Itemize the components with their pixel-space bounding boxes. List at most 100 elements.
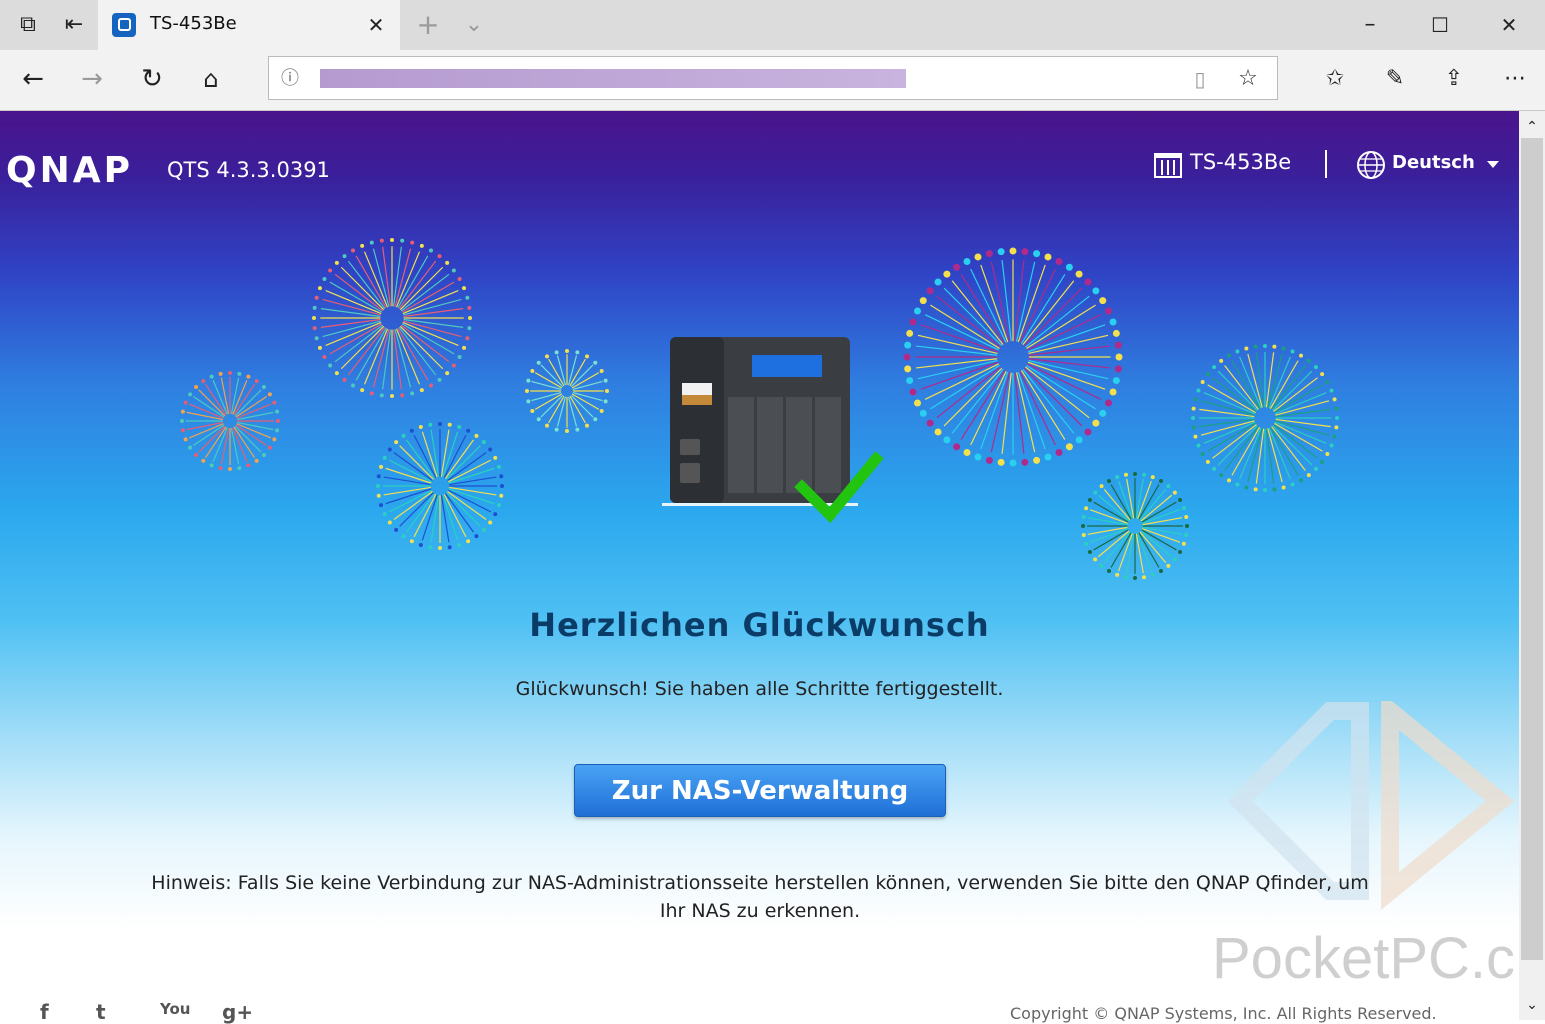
- firework-dot: [312, 316, 316, 320]
- firework-dot: [328, 363, 333, 368]
- globe-icon[interactable]: [1356, 150, 1386, 180]
- firework-dot: [1253, 344, 1258, 349]
- firework-dot: [1299, 353, 1303, 358]
- language-selector[interactable]: Deutsch: [1392, 152, 1475, 173]
- share-icon[interactable]: ⇪: [1436, 64, 1472, 94]
- go-to-nas-management-button[interactable]: Zur NAS-Verwaltung: [574, 764, 946, 817]
- firework-dot: [467, 305, 472, 310]
- firework-dot: [466, 428, 471, 433]
- firework-dot: [465, 336, 470, 341]
- youtube-icon[interactable]: You: [160, 1000, 190, 1018]
- home-icon[interactable]: ⌂: [193, 64, 229, 94]
- firework-dot: [342, 254, 347, 259]
- firework-dot: [1150, 475, 1155, 480]
- new-tab-icon[interactable]: +: [410, 10, 446, 40]
- firework-dot: [267, 445, 272, 450]
- set-aside-tabs-icon[interactable]: ⇤: [56, 10, 92, 40]
- firework-dot: [457, 277, 462, 281]
- web-note-pen-icon[interactable]: ✎: [1377, 64, 1413, 94]
- reading-view-icon[interactable]: ▯: [1182, 64, 1218, 94]
- firework-dot: [1099, 409, 1107, 417]
- maximize-icon[interactable]: ☐: [1422, 10, 1458, 40]
- firework-dot: [312, 305, 317, 310]
- firework-dot: [1263, 344, 1267, 348]
- firework-dot: [1033, 456, 1041, 464]
- firework-dot: [985, 250, 993, 258]
- tab-overview-icon[interactable]: ⧉: [10, 10, 46, 40]
- firework-dot: [585, 354, 589, 359]
- firework-dot: [394, 440, 399, 445]
- firework-dot: [554, 350, 559, 355]
- firework-dot: [1142, 575, 1147, 580]
- back-icon[interactable]: ←: [15, 64, 51, 94]
- language-dropdown-caret-icon[interactable]: [1487, 161, 1499, 168]
- firework-dot: [919, 297, 927, 305]
- firework-dot: [376, 474, 381, 479]
- firework-dot: [457, 542, 462, 547]
- firework-dot: [1115, 475, 1120, 480]
- firework-dot: [267, 392, 272, 397]
- tab-preview-chevron-icon[interactable]: ⌄: [456, 10, 492, 40]
- more-options-icon[interactable]: ⋯: [1497, 64, 1533, 94]
- firework-dot: [1191, 425, 1196, 430]
- firework-dot: [1320, 459, 1325, 464]
- twitter-icon[interactable]: t: [96, 1000, 106, 1024]
- facebook-icon[interactable]: f: [40, 1000, 49, 1024]
- hint-text: Hinweis: Falls Sie keine Verbindung zur …: [151, 872, 1369, 922]
- firework-dot: [457, 425, 462, 430]
- firework-dot: [493, 512, 498, 517]
- firework-dot: [1193, 397, 1198, 402]
- firework-dot: [401, 433, 406, 438]
- minimize-icon[interactable]: –: [1352, 10, 1388, 40]
- firework-dot: [1009, 247, 1017, 255]
- firework-dot: [488, 447, 493, 452]
- firework-dot: [1166, 484, 1171, 489]
- firework-dot: [410, 240, 415, 245]
- firework-dot: [1087, 498, 1092, 502]
- firework-dot: [209, 374, 214, 379]
- firework-dot: [904, 365, 912, 373]
- firework-dot: [488, 520, 493, 525]
- close-window-icon[interactable]: ✕: [1491, 10, 1527, 40]
- firework-dot: [1044, 253, 1052, 261]
- close-tab-icon[interactable]: ✕: [358, 10, 394, 40]
- firework-dot: [1105, 399, 1113, 407]
- nas-server-icon: [1154, 151, 1182, 178]
- firework-dot: [360, 243, 365, 248]
- google-plus-icon[interactable]: g+: [222, 1000, 253, 1024]
- refresh-icon[interactable]: ↻: [134, 64, 170, 94]
- firework-dot: [1272, 487, 1277, 492]
- firework-dot: [913, 399, 921, 407]
- firework-dot: [1185, 524, 1189, 528]
- site-info-icon[interactable]: ⓘ: [272, 64, 308, 94]
- favorite-star-icon[interactable]: ☆: [1230, 64, 1266, 94]
- firework-dot: [1191, 406, 1196, 411]
- firework-dot: [603, 378, 608, 383]
- scroll-up-icon[interactable]: ⌃: [1517, 112, 1545, 142]
- scrollbar-thumb[interactable]: [1521, 138, 1543, 960]
- firework-dot: [1084, 428, 1092, 436]
- firework-dot: [1093, 557, 1098, 562]
- firework-dot: [369, 240, 374, 245]
- firework-dot: [1325, 452, 1330, 456]
- tab-active[interactable]: [98, 0, 400, 50]
- firework-dot: [1075, 436, 1083, 444]
- firework-dot: [499, 493, 504, 498]
- firework-ray: [393, 490, 433, 521]
- firework-dot: [1219, 358, 1224, 363]
- firework-dot: [1281, 346, 1286, 351]
- favorites-hub-icon[interactable]: ✩: [1317, 64, 1353, 94]
- firework-dot: [1112, 377, 1120, 385]
- forward-icon[interactable]: →: [74, 64, 110, 94]
- firework-ray: [340, 266, 385, 311]
- firework-dot: [1235, 482, 1240, 487]
- firework-dot: [934, 428, 942, 436]
- firework-ray: [1272, 425, 1313, 466]
- firework-dot: [466, 539, 471, 544]
- firework-dot: [1009, 459, 1017, 467]
- firework-dot: [1123, 575, 1128, 580]
- firework-dot: [322, 277, 327, 281]
- firework-dot: [1142, 472, 1147, 477]
- firework-dot: [1335, 416, 1339, 420]
- scroll-down-icon[interactable]: ⌄: [1517, 990, 1545, 1020]
